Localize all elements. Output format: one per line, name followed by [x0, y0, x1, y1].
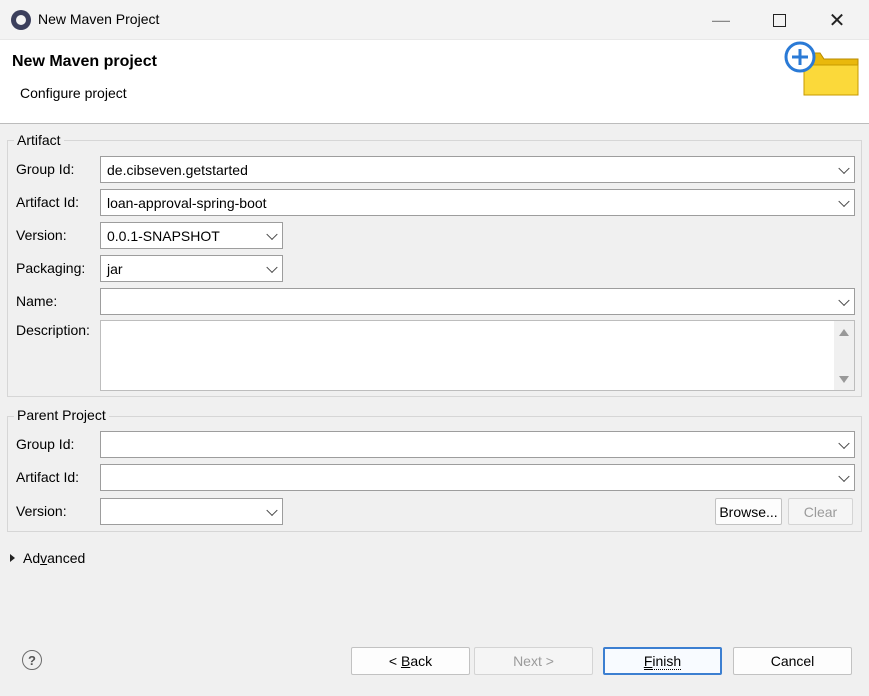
advanced-expander[interactable]: Advanced: [10, 548, 100, 568]
name-label: Name:: [16, 293, 58, 309]
description-textarea[interactable]: [100, 320, 855, 391]
artifact-id-combo[interactable]: loan-approval-spring-boot: [100, 189, 855, 216]
page-subtitle: Configure project: [20, 85, 127, 101]
artifact-group-label: Artifact: [14, 132, 64, 148]
group-id-combo[interactable]: de.cibseven.getstarted: [100, 156, 855, 183]
chevron-down-icon: [838, 437, 850, 449]
description-label: Description:: [16, 322, 90, 338]
packaging-label: Packaging:: [16, 260, 86, 276]
browse-button[interactable]: Browse...: [715, 498, 782, 525]
parent-artifact-id-label: Artifact Id:: [16, 469, 80, 485]
back-button-label: < Back: [388, 653, 433, 669]
new-folder-icon: [784, 41, 862, 99]
artifact-id-label: Artifact Id:: [16, 194, 80, 210]
parent-version-label: Version:: [16, 503, 67, 519]
description-scrollbar[interactable]: [834, 321, 854, 390]
finish-button[interactable]: Finish: [603, 647, 722, 675]
group-id-label: Group Id:: [16, 161, 75, 177]
group-id-value: de.cibseven.getstarted: [107, 161, 248, 178]
packaging-combo[interactable]: jar: [100, 255, 283, 282]
chevron-down-icon: [266, 261, 278, 273]
minimize-icon[interactable]: —: [698, 0, 744, 40]
parent-version-combo[interactable]: [100, 498, 283, 525]
parent-project-group-label: Parent Project: [14, 407, 109, 423]
artifact-id-value: loan-approval-spring-boot: [107, 194, 267, 211]
cancel-button[interactable]: Cancel: [733, 647, 852, 675]
scroll-down-icon[interactable]: [839, 376, 849, 383]
chevron-down-icon: [838, 470, 850, 482]
window-title: New Maven Project: [38, 11, 160, 27]
page-title: New Maven project: [12, 53, 157, 70]
back-button[interactable]: < Back: [351, 647, 470, 675]
close-icon[interactable]: ✕: [814, 0, 860, 40]
eclipse-app-icon: [11, 10, 31, 30]
parent-group-id-combo[interactable]: [100, 431, 855, 458]
parent-group-id-label: Group Id:: [16, 436, 75, 452]
version-value: 0.0.1-SNAPSHOT: [107, 227, 220, 244]
chevron-down-icon: [838, 195, 850, 207]
maximize-icon[interactable]: [756, 0, 802, 40]
version-label: Version:: [16, 227, 67, 243]
expand-right-icon: [10, 554, 15, 562]
packaging-value: jar: [107, 260, 123, 277]
parent-artifact-id-combo[interactable]: [100, 464, 855, 491]
clear-button[interactable]: Clear: [788, 498, 853, 525]
finish-button-label: Finish: [643, 652, 682, 670]
scroll-up-icon[interactable]: [839, 329, 849, 336]
chevron-down-icon: [838, 162, 850, 174]
version-combo[interactable]: 0.0.1-SNAPSHOT: [100, 222, 283, 249]
chevron-down-icon: [266, 504, 278, 516]
chevron-down-icon: [266, 228, 278, 240]
help-icon[interactable]: ?: [22, 650, 42, 670]
chevron-down-icon: [838, 294, 850, 306]
next-button[interactable]: Next >: [474, 647, 593, 675]
advanced-label: Advanced: [23, 550, 86, 566]
name-combo[interactable]: [100, 288, 855, 315]
